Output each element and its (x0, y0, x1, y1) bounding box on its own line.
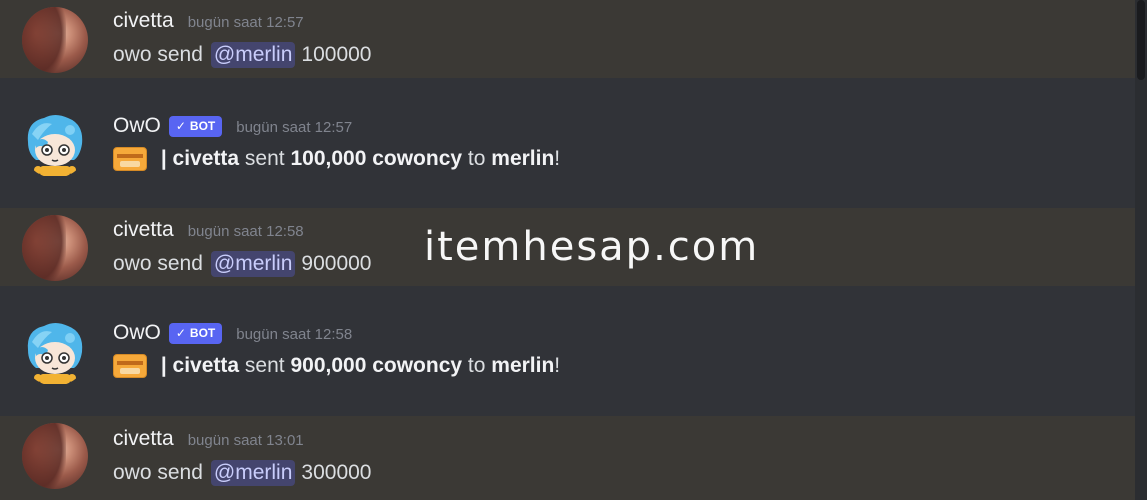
user-avatar[interactable] (22, 423, 88, 489)
end-mark: ! (554, 354, 561, 377)
bot-badge: ✓ BOT (168, 115, 223, 137)
recipient-name: merlin (491, 147, 555, 170)
scrollbar-thumb[interactable] (1137, 0, 1145, 80)
sender-name: civetta (172, 147, 240, 170)
transfer-amount: 100,000 cowoncy (290, 147, 463, 170)
watermark-text: itemhesap.com (424, 224, 760, 270)
message-amount: 300000 (301, 461, 372, 484)
mention[interactable]: @merlin (210, 42, 296, 68)
message-body: owo send @merlin 300000 (113, 460, 371, 486)
sent-word: sent (239, 147, 291, 170)
credit-card-icon (113, 354, 147, 378)
username[interactable]: civetta (113, 9, 174, 33)
timestamp: bugün saat 13:01 (187, 432, 304, 449)
end-mark: ! (554, 147, 561, 170)
sent-word: sent (239, 354, 291, 377)
message-text: owo send (113, 43, 203, 66)
timestamp: bugün saat 12:57 (236, 119, 353, 136)
message-body: | civetta sent 900,000 cowoncy to merlin… (113, 354, 560, 378)
bot-avatar[interactable] (22, 112, 88, 178)
separator: | (155, 354, 173, 377)
username[interactable]: civetta (113, 427, 174, 451)
timestamp: bugün saat 12:58 (236, 326, 353, 343)
check-icon: ✓ (175, 119, 186, 133)
transfer-amount: 900,000 cowoncy (290, 354, 463, 377)
message-body: | civetta sent 100,000 cowoncy to merlin… (113, 147, 560, 171)
credit-card-icon (113, 147, 147, 171)
username[interactable]: OwO (113, 114, 161, 138)
mention[interactable]: @merlin (210, 251, 296, 277)
sender-name: civetta (172, 354, 240, 377)
bot-badge: ✓ BOT (168, 322, 223, 344)
message-body: owo send @merlin 900000 (113, 251, 371, 277)
user-avatar[interactable] (22, 215, 88, 281)
message-text: owo send (113, 252, 203, 275)
message-body: owo send @merlin 100000 (113, 42, 371, 68)
message-amount: 900000 (301, 252, 372, 275)
message-bot[interactable]: OwO ✓ BOT bugün saat 12:58 | civetta sent… (0, 308, 1135, 394)
username[interactable]: civetta (113, 218, 174, 242)
user-avatar[interactable] (22, 7, 88, 73)
bot-badge-label: BOT (189, 119, 216, 133)
bot-avatar[interactable] (22, 320, 88, 386)
message-text: owo send (113, 461, 203, 484)
scrollbar[interactable] (1135, 0, 1147, 500)
username[interactable]: OwO (113, 321, 161, 345)
check-icon: ✓ (175, 326, 186, 340)
timestamp: bugün saat 12:57 (187, 14, 304, 31)
timestamp: bugün saat 12:58 (187, 223, 304, 240)
separator: | (155, 147, 173, 170)
bot-badge-label: BOT (189, 326, 216, 340)
mention[interactable]: @merlin (210, 460, 296, 486)
message-bot[interactable]: OwO ✓ BOT bugün saat 12:57 | civetta sent… (0, 100, 1135, 186)
to-word: to (462, 354, 492, 377)
message-user[interactable]: civetta bugün saat 12:57 owo send @merli… (0, 0, 1135, 78)
message-amount: 100000 (301, 43, 372, 66)
recipient-name: merlin (491, 354, 555, 377)
to-word: to (462, 147, 492, 170)
message-user[interactable]: civetta bugün saat 13:01 owo send @merli… (0, 416, 1135, 500)
